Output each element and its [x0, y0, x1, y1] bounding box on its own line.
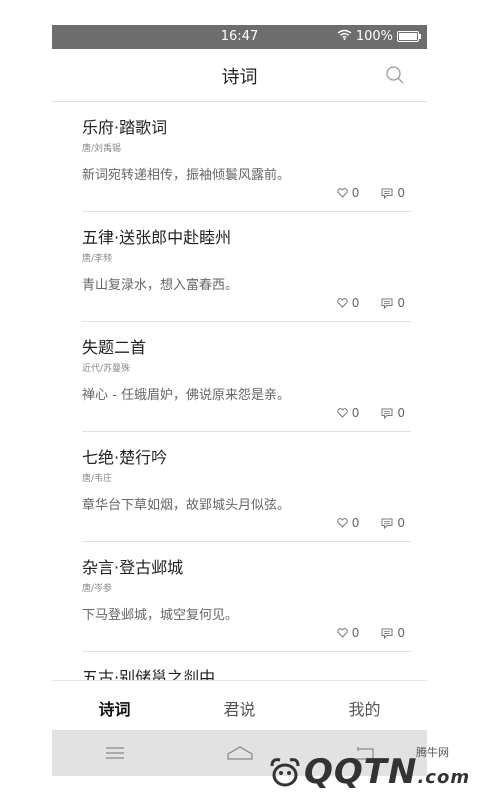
like-count: 0 — [351, 296, 360, 310]
poem-author: 近代/苏曼殊 — [82, 364, 131, 374]
bull-logo-icon — [270, 758, 300, 787]
poem-title: 杂言·登古邺城 — [82, 558, 184, 577]
comment-count: 0 — [397, 516, 405, 530]
menu-icon — [105, 747, 124, 759]
status-bar: 16:47 100% — [52, 25, 427, 49]
like-count: 0 — [351, 626, 360, 640]
poem-author: 唐/刘禹锡 — [82, 144, 122, 154]
heart-icon — [337, 628, 348, 638]
qqtn-watermark: 腾牛网 QQTN.com — [268, 744, 478, 800]
heart-icon — [337, 408, 348, 418]
comment-button[interactable]: 0 — [381, 626, 405, 640]
poem-author: 唐/岑参 — [82, 584, 113, 594]
search-icon — [386, 66, 404, 84]
like-count: 0 — [351, 406, 360, 420]
comment-button[interactable]: 0 — [381, 186, 405, 200]
poem-stats: 0 0 — [337, 626, 405, 640]
like-count: 0 — [351, 516, 360, 530]
watermark-logo: QQTN.com — [304, 752, 470, 792]
like-button[interactable]: 0 — [337, 626, 360, 640]
poem-title: 乐府·踏歌词 — [82, 118, 168, 137]
comment-icon — [381, 518, 393, 529]
tab-junshuo[interactable]: 君说 — [177, 681, 302, 731]
poem-stats: 0 0 — [337, 186, 405, 200]
battery-icon — [397, 31, 421, 42]
poem-item[interactable]: 乐府·踏歌词 唐/刘禹锡 新词宛转递相传，振袖倾鬟风露前。 0 0 — [52, 102, 427, 212]
poem-line: 禅心 - 任蛾眉妒，佛说原来怨是亲。 — [82, 388, 290, 403]
heart-icon — [337, 188, 348, 198]
page-title: 诗词 — [221, 67, 258, 88]
comment-icon — [381, 628, 393, 639]
comment-count: 0 — [397, 406, 405, 420]
poem-item[interactable]: 失题二首 近代/苏曼殊 禅心 - 任蛾眉妒，佛说原来怨是亲。 0 0 — [52, 322, 427, 432]
comment-button[interactable]: 0 — [381, 406, 405, 420]
comment-icon — [381, 298, 393, 309]
poem-stats: 0 0 — [337, 406, 405, 420]
app-header: 诗词 — [52, 49, 427, 102]
poem-title: 失题二首 — [82, 338, 147, 357]
comment-count: 0 — [397, 296, 405, 310]
like-button[interactable]: 0 — [337, 296, 360, 310]
poem-item[interactable]: 七绝·楚行吟 唐/韦庄 章华台下草如烟，故郢城头月似弦。 0 0 — [52, 432, 427, 542]
poem-title: 五古·别储邕之剡中 — [82, 668, 216, 680]
comment-button[interactable]: 0 — [381, 516, 405, 530]
comment-icon — [381, 188, 393, 199]
search-button[interactable] — [385, 65, 405, 85]
heart-icon — [337, 518, 348, 528]
bottom-tab-bar: 诗词 君说 我的 — [52, 680, 427, 731]
poem-title: 五律·送张郎中赴睦州 — [82, 228, 232, 247]
poem-author: 唐/李频 — [82, 254, 113, 264]
tab-poems[interactable]: 诗词 — [52, 681, 177, 731]
like-count: 0 — [351, 186, 360, 200]
poem-item[interactable]: 五古·别储邕之剡中 — [52, 652, 427, 680]
poem-item[interactable]: 五律·送张郎中赴睦州 唐/李频 青山复渌水，想入富春西。 0 0 — [52, 212, 427, 322]
battery-percent: 100% — [355, 29, 393, 44]
poem-line: 新词宛转递相传，振袖倾鬟风露前。 — [82, 168, 291, 183]
like-button[interactable]: 0 — [337, 406, 360, 420]
phone-screen: 16:47 100% 诗词 乐府·踏歌词 唐/刘禹锡 新词宛转递相传，振袖倾鬟风… — [52, 25, 427, 776]
comment-count: 0 — [397, 186, 405, 200]
heart-icon — [337, 298, 348, 308]
home-icon — [226, 746, 253, 760]
poem-list: 乐府·踏歌词 唐/刘禹锡 新词宛转递相传，振袖倾鬟风露前。 0 0 五律·送张郎… — [52, 102, 427, 680]
poem-line: 章华台下草如烟，故郢城头月似弦。 — [82, 498, 291, 513]
wifi-icon — [337, 29, 352, 44]
comment-count: 0 — [397, 626, 405, 640]
watermark-logo-text: QQTN — [304, 752, 418, 792]
tab-mine[interactable]: 我的 — [302, 681, 427, 731]
like-button[interactable]: 0 — [337, 186, 360, 200]
poem-line: 下马登邺城，城空复何见。 — [82, 608, 239, 623]
poem-title: 七绝·楚行吟 — [82, 448, 168, 467]
menu-nav-button[interactable] — [52, 746, 177, 760]
poem-stats: 0 0 — [337, 296, 405, 310]
comment-icon — [381, 408, 393, 419]
poem-stats: 0 0 — [337, 516, 405, 530]
comment-button[interactable]: 0 — [381, 296, 405, 310]
poem-author: 唐/韦庄 — [82, 474, 113, 484]
poem-line: 青山复渌水，想入富春西。 — [82, 278, 239, 293]
status-right: 100% — [337, 29, 421, 44]
poem-item[interactable]: 杂言·登古邺城 唐/岑参 下马登邺城，城空复何见。 0 0 — [52, 542, 427, 652]
watermark-suffix: .com — [417, 767, 471, 788]
like-button[interactable]: 0 — [337, 516, 360, 530]
